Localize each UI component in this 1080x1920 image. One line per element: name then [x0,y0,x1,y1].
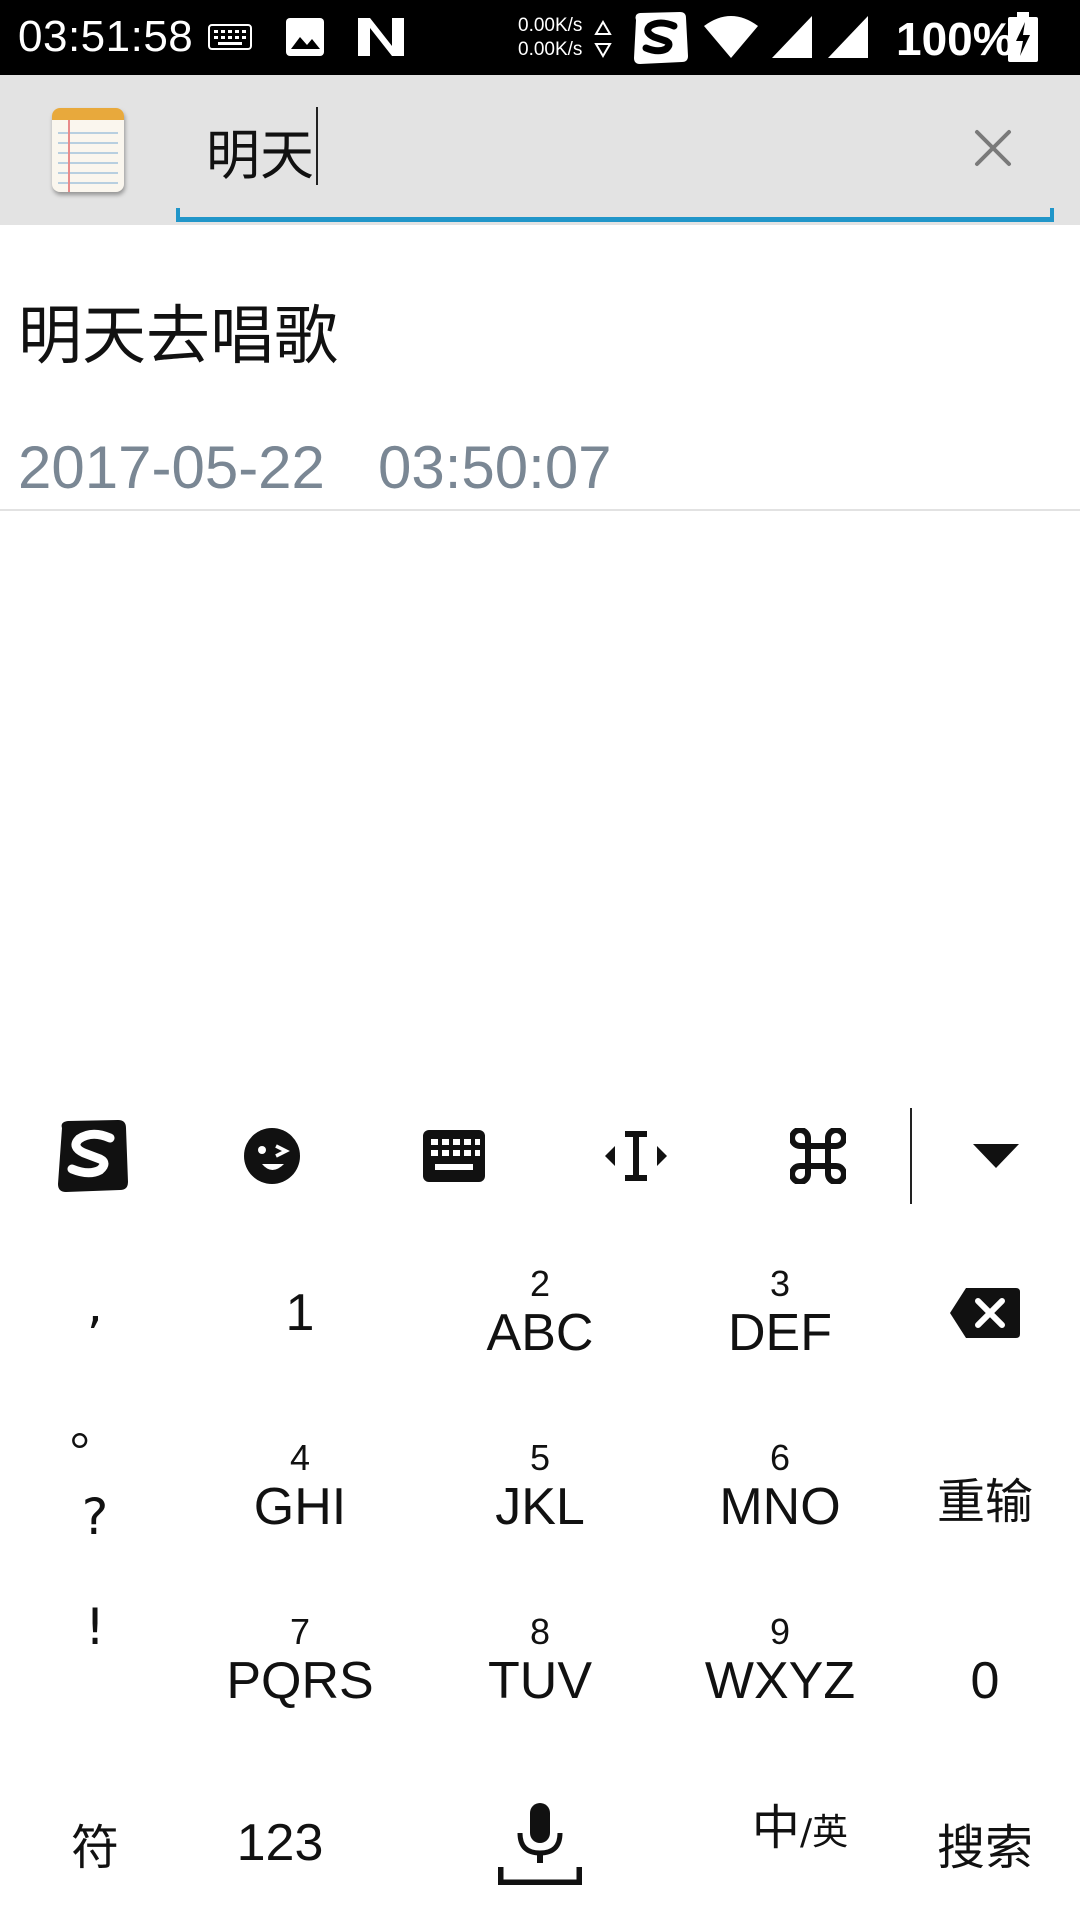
cursor-move-icon [605,1130,667,1181]
numeric-key[interactable]: 123 [210,1788,350,1898]
image-notification-icon [286,18,324,56]
key-8[interactable]: 8 TUV [440,1586,640,1736]
lang-label-sub: /英 [799,1812,849,1853]
transfer-arrows-icon [594,20,612,58]
microphone-icon [498,1803,582,1885]
key-5[interactable]: 5 JKL [440,1412,640,1562]
numeric-label: 123 [236,1814,324,1872]
punct-period-key[interactable]: 。 [60,1388,130,1460]
key-9[interactable]: 9 WXYZ [680,1586,880,1736]
keyboard-switch-button[interactable] [404,1113,504,1198]
lang-switch-key[interactable]: 中 /英 [720,1788,880,1898]
key-number: 2 [529,1263,551,1304]
key-1[interactable]: 1 [200,1238,400,1388]
search-underline [176,208,1054,222]
text-cursor [316,107,318,185]
key-number: 3 [769,1263,791,1304]
key-letters: MNO [719,1478,841,1536]
sogou-notification-icon [634,12,688,64]
status-bar: 03:51:58 0.00K/s 0.00K/s 100% [0,0,1080,75]
search-label: 搜索 [936,1820,1033,1876]
signal-icon-1 [772,16,812,58]
keyboard-icon [423,1129,485,1182]
reset-label: 重输 [936,1474,1033,1530]
backspace-key[interactable] [920,1238,1050,1388]
list-item[interactable]: 明天去唱歌 2017-05-22 03:50:07 [0,225,1080,511]
search-field-container [176,75,1054,225]
n-notification-icon [358,18,404,56]
key-7[interactable]: 7 PQRS [200,1586,400,1736]
key-6[interactable]: 6 MNO [680,1412,880,1562]
search-input[interactable] [206,105,906,195]
voice-key[interactable] [440,1778,640,1908]
key-3[interactable]: 3 DEF [680,1238,880,1388]
symbol-key[interactable]: 符 [40,1788,150,1898]
key-number: 8 [529,1611,551,1652]
emoji-icon [244,1127,300,1184]
collapse-down-icon [973,1143,1019,1168]
key-0[interactable]: 0 [920,1586,1050,1736]
keyboard-notification-icon [208,24,252,50]
cursor-move-button[interactable] [586,1113,686,1198]
notepad-app-icon[interactable] [52,108,124,192]
lang-label-main: 中 [751,1800,800,1856]
punct-question-key[interactable]: ? [60,1488,130,1546]
key-number: 6 [769,1437,791,1478]
battery-percent: 100% [896,13,1014,65]
key-letters: DEF [728,1304,832,1362]
backspace-icon [950,1288,1020,1338]
keyboard-toolbar [0,1098,1080,1213]
key-number: 7 [289,1611,311,1652]
clear-search-button[interactable] [960,115,1026,181]
key-letters: 0 [970,1652,1000,1710]
key-number: 5 [529,1437,551,1478]
status-time: 03:51:58 [18,12,194,61]
key-number: 9 [769,1611,791,1652]
key-4[interactable]: 4 GHI [200,1412,400,1562]
key-letters: GHI [253,1478,347,1536]
ime-keyboard: , 。 ? ! 1 2 ABC 3 DEF 4 GHI 5 JKL 6 MNO … [0,1098,1080,1920]
punct-exclaim-key[interactable]: ! [60,1598,130,1656]
reset-key[interactable]: 重输 [920,1412,1050,1562]
battery-charging-icon [1008,12,1038,62]
signal-icon-2 [828,16,868,58]
command-button[interactable] [768,1113,868,1198]
search-key[interactable]: 搜索 [920,1788,1050,1898]
key-letters: WXYZ [704,1652,856,1710]
net-speed-down: 0.00K/s [518,39,583,60]
note-time: 03:50:07 [378,434,612,501]
emoji-button[interactable] [222,1113,322,1198]
key-letters: 1 [285,1284,315,1342]
network-speed: 0.00K/s 0.00K/s [518,14,582,62]
note-title: 明天去唱歌 [18,300,338,374]
key-letters: PQRS [226,1652,374,1710]
net-speed-up: 0.00K/s [518,15,583,36]
wifi-icon [704,16,758,58]
note-date: 2017-05-22 [18,434,325,501]
sogou-logo-icon [58,1119,128,1192]
toolbar-divider [910,1108,912,1204]
key-letters: JKL [495,1478,585,1536]
search-toolbar [0,75,1080,225]
key-2[interactable]: 2 ABC [440,1238,640,1388]
symbol-label: 符 [70,1820,119,1876]
command-icon [790,1127,846,1184]
collapse-keyboard-button[interactable] [946,1113,1046,1198]
key-letters: ABC [486,1304,594,1362]
punct-comma-key[interactable]: , [60,1276,130,1334]
key-letters: TUV [488,1652,592,1710]
key-number: 4 [289,1437,311,1478]
close-icon [975,130,1011,166]
sogou-logo-button[interactable] [42,1113,142,1198]
